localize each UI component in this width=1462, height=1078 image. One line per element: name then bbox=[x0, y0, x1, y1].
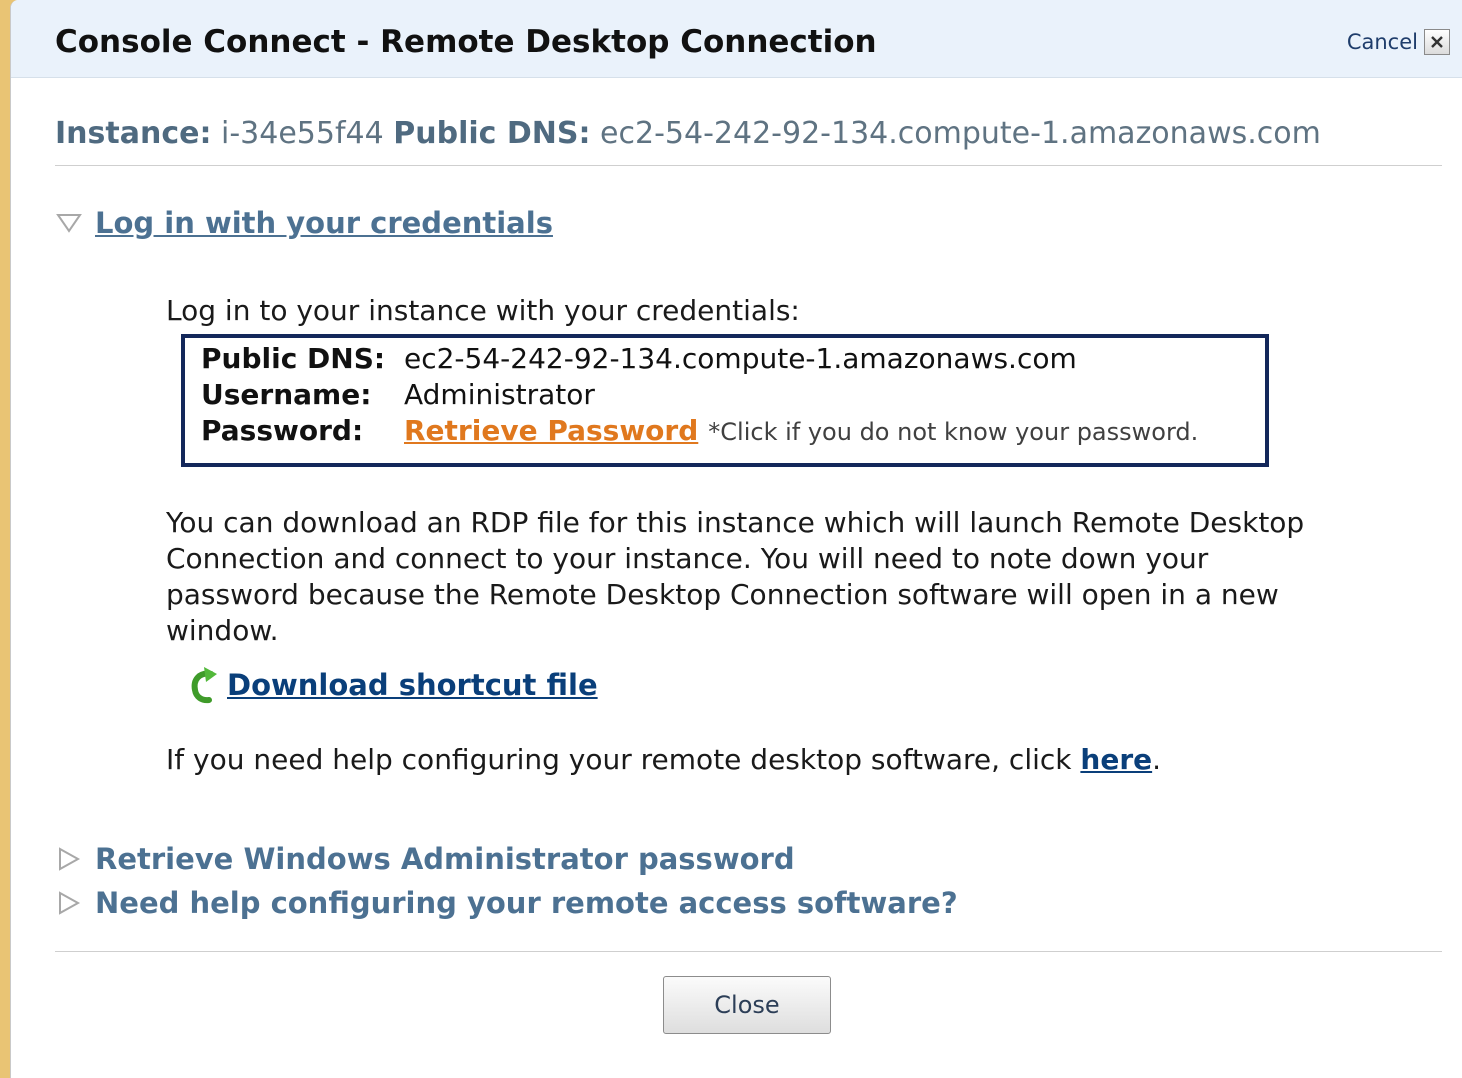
triangle-right-icon bbox=[59, 847, 81, 871]
triangle-down-icon bbox=[56, 214, 82, 233]
help-prefix: If you need help configuring your remote… bbox=[166, 743, 1081, 776]
section-label-retrieve-password[interactable]: Retrieve Windows Administrator password bbox=[95, 842, 795, 876]
cred-value-dns: ec2-54-242-92-134.compute-1.amazonaws.co… bbox=[404, 342, 1077, 375]
public-dns-label: Public DNS: bbox=[393, 116, 591, 151]
close-button[interactable]: Close bbox=[663, 976, 831, 1034]
cred-key-dns: Public DNS: bbox=[201, 342, 386, 375]
cancel-label[interactable]: Cancel bbox=[1347, 30, 1418, 54]
top-divider bbox=[55, 165, 1442, 166]
help-suffix: . bbox=[1152, 743, 1162, 776]
instance-info: Instance: i-34e55f44 Public DNS: ec2-54-… bbox=[55, 116, 1321, 151]
section-toggle-credentials[interactable]: Log in with your credentials bbox=[55, 206, 553, 240]
section-toggle-remote-help[interactable]: Need help configuring your remote access… bbox=[55, 886, 958, 920]
download-shortcut-link[interactable]: Download shortcut file bbox=[187, 666, 598, 704]
remote-desktop-help-text: If you need help configuring your remote… bbox=[166, 743, 1161, 776]
instance-label: Instance: bbox=[55, 116, 212, 151]
dialog-title: Console Connect - Remote Desktop Connect… bbox=[55, 24, 877, 60]
help-here-link[interactable]: here bbox=[1080, 743, 1152, 776]
cred-value-password: Retrieve Password *Click if you do not kn… bbox=[404, 414, 1198, 447]
green-refresh-arrow-icon bbox=[191, 667, 217, 704]
triangle-right-icon bbox=[59, 891, 81, 915]
credentials-intro: Log in to your instance with your creden… bbox=[166, 294, 800, 327]
public-dns-value: ec2-54-242-92-134.compute-1.amazonaws.co… bbox=[600, 116, 1321, 151]
close-x-icon[interactable] bbox=[1424, 29, 1450, 55]
password-note: *Click if you do not know your password. bbox=[708, 418, 1199, 446]
instance-id: i-34e55f44 bbox=[221, 116, 384, 151]
section-label-credentials[interactable]: Log in with your credentials bbox=[95, 206, 553, 240]
download-shortcut-label[interactable]: Download shortcut file bbox=[227, 668, 598, 702]
retrieve-password-link[interactable]: Retrieve Password bbox=[404, 414, 698, 447]
cred-value-username: Administrator bbox=[404, 378, 595, 411]
console-connect-dialog: Console Connect - Remote Desktop Connect… bbox=[10, 0, 1462, 1078]
credentials-box: Public DNS: ec2-54-242-92-134.compute-1.… bbox=[181, 334, 1269, 467]
rdp-description: You can download an RDP file for this in… bbox=[166, 506, 1305, 647]
section-label-remote-help[interactable]: Need help configuring your remote access… bbox=[95, 886, 958, 920]
cred-key-password: Password: bbox=[201, 414, 364, 447]
bottom-divider bbox=[55, 951, 1442, 952]
cancel-button[interactable]: Cancel bbox=[1347, 29, 1450, 55]
cred-key-username: Username: bbox=[201, 378, 372, 411]
section-toggle-retrieve-password[interactable]: Retrieve Windows Administrator password bbox=[55, 842, 795, 876]
dialog-titlebar: Console Connect - Remote Desktop Connect… bbox=[11, 0, 1462, 78]
